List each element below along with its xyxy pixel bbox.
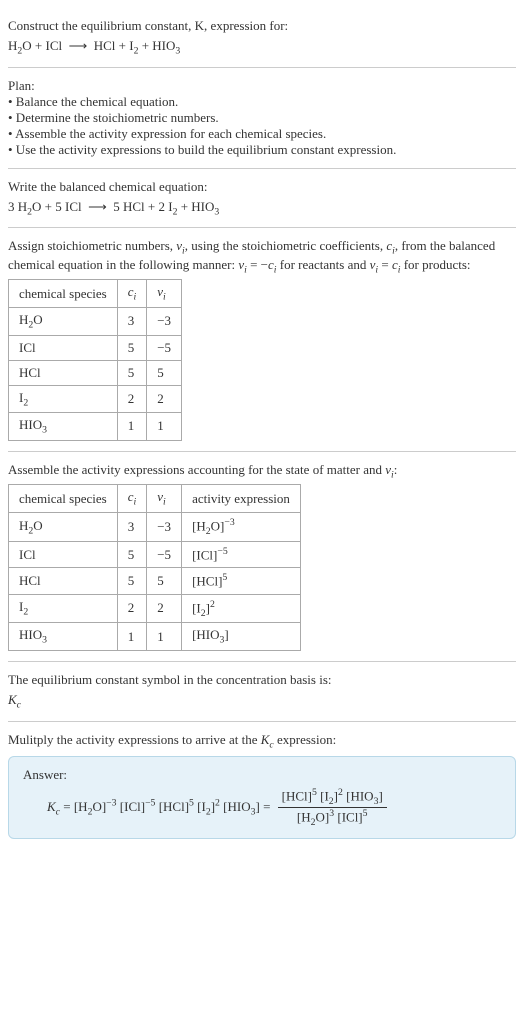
cell-c: 3 <box>117 307 147 335</box>
table-row: I2 2 2 <box>9 385 182 413</box>
col-ci: ci <box>117 485 147 513</box>
col-activity: activity expression <box>182 485 301 513</box>
cell-species: HCl <box>9 360 118 385</box>
plan-title: Plan: <box>8 78 516 94</box>
multiply-section: Mulitply the activity expressions to arr… <box>8 722 516 843</box>
intro-line1: Construct the equilibrium constant, K, e… <box>8 18 516 34</box>
col-vi: νi <box>147 280 182 308</box>
cell-v: 2 <box>147 594 182 623</box>
cell-v: −5 <box>147 335 182 360</box>
cell-c: 2 <box>117 385 147 413</box>
answer-frac-num: [HCl]5 [I2]2 [HIO3] <box>278 787 387 808</box>
cell-activity: [HIO3] <box>182 623 301 651</box>
kc-symbol: Kc <box>8 692 516 711</box>
cell-v: 1 <box>147 623 182 651</box>
cell-species: I2 <box>9 385 118 413</box>
balanced-equation: 3 H2O + 5 ICl ⟶ 5 HCl + 2 I2 + HIO3 <box>8 199 516 218</box>
col-species: chemical species <box>9 485 118 513</box>
cell-species: HIO3 <box>9 413 118 441</box>
intro-section: Construct the equilibrium constant, K, e… <box>8 8 516 68</box>
cell-activity: [HCl]5 <box>182 568 301 594</box>
answer-expression: Kc = [H2O]−3 [ICl]−5 [HCl]5 [I2]2 [HIO3]… <box>23 787 501 828</box>
multiply-title: Mulitply the activity expressions to arr… <box>8 732 516 751</box>
cell-c: 2 <box>117 594 147 623</box>
cell-v: 5 <box>147 568 182 594</box>
cell-species: H2O <box>9 512 118 541</box>
cell-species: ICl <box>9 335 118 360</box>
cell-species: H2O <box>9 307 118 335</box>
table-row: H2O 3 −3 <box>9 307 182 335</box>
cell-v: −3 <box>147 307 182 335</box>
assign-table: chemical species ci νi H2O 3 −3 ICl 5 −5… <box>8 279 182 440</box>
answer-frac-den: [H2O]3 [ICl]5 <box>278 808 387 828</box>
col-species: chemical species <box>9 280 118 308</box>
table-header-row: chemical species ci νi <box>9 280 182 308</box>
cell-activity: [I2]2 <box>182 594 301 623</box>
kc-symbol-title: The equilibrium constant symbol in the c… <box>8 672 516 688</box>
cell-c: 1 <box>117 623 147 651</box>
cell-species: HCl <box>9 568 118 594</box>
cell-c: 5 <box>117 568 147 594</box>
table-row: ICl 5 −5 [ICl]−5 <box>9 541 301 567</box>
cell-v: 5 <box>147 360 182 385</box>
cell-activity: [ICl]−5 <box>182 541 301 567</box>
assign-section: Assign stoichiometric numbers, νi, using… <box>8 228 516 452</box>
answer-box: Answer: Kc = [H2O]−3 [ICl]−5 [HCl]5 [I2]… <box>8 756 516 839</box>
plan-item: • Determine the stoichiometric numbers. <box>8 110 516 126</box>
cell-v: 2 <box>147 385 182 413</box>
plan-item: • Assemble the activity expression for e… <box>8 126 516 142</box>
cell-activity: [H2O]−3 <box>182 512 301 541</box>
balanced-section: Write the balanced chemical equation: 3 … <box>8 169 516 229</box>
table-row: HIO3 1 1 [HIO3] <box>9 623 301 651</box>
cell-c: 3 <box>117 512 147 541</box>
answer-label: Answer: <box>23 767 501 783</box>
cell-c: 5 <box>117 541 147 567</box>
table-row: HIO3 1 1 <box>9 413 182 441</box>
table-row: HCl 5 5 [HCl]5 <box>9 568 301 594</box>
intro-reaction: H2O + ICl ⟶ HCl + I2 + HIO3 <box>8 38 516 57</box>
plan-section: Plan: • Balance the chemical equation. •… <box>8 68 516 169</box>
cell-species: I2 <box>9 594 118 623</box>
col-vi: νi <box>147 485 182 513</box>
activity-title: Assemble the activity expressions accoun… <box>8 462 516 481</box>
cell-c: 1 <box>117 413 147 441</box>
activity-table: chemical species ci νi activity expressi… <box>8 484 301 651</box>
answer-lhs: Kc = [H2O]−3 [ICl]−5 [HCl]5 [I2]2 [HIO3]… <box>47 799 274 814</box>
cell-v: 1 <box>147 413 182 441</box>
table-row: HCl 5 5 <box>9 360 182 385</box>
answer-fraction: [HCl]5 [I2]2 [HIO3] [H2O]3 [ICl]5 <box>278 787 387 828</box>
cell-c: 5 <box>117 335 147 360</box>
table-row: ICl 5 −5 <box>9 335 182 360</box>
table-row: H2O 3 −3 [H2O]−3 <box>9 512 301 541</box>
cell-c: 5 <box>117 360 147 385</box>
assign-text: Assign stoichiometric numbers, νi, using… <box>8 238 516 275</box>
table-header-row: chemical species ci νi activity expressi… <box>9 485 301 513</box>
cell-v: −5 <box>147 541 182 567</box>
cell-v: −3 <box>147 512 182 541</box>
plan-item: • Use the activity expressions to build … <box>8 142 516 158</box>
plan-item: • Balance the chemical equation. <box>8 94 516 110</box>
activity-section: Assemble the activity expressions accoun… <box>8 452 516 662</box>
kc-symbol-section: The equilibrium constant symbol in the c… <box>8 662 516 722</box>
balanced-title: Write the balanced chemical equation: <box>8 179 516 195</box>
cell-species: ICl <box>9 541 118 567</box>
col-ci: ci <box>117 280 147 308</box>
table-row: I2 2 2 [I2]2 <box>9 594 301 623</box>
cell-species: HIO3 <box>9 623 118 651</box>
